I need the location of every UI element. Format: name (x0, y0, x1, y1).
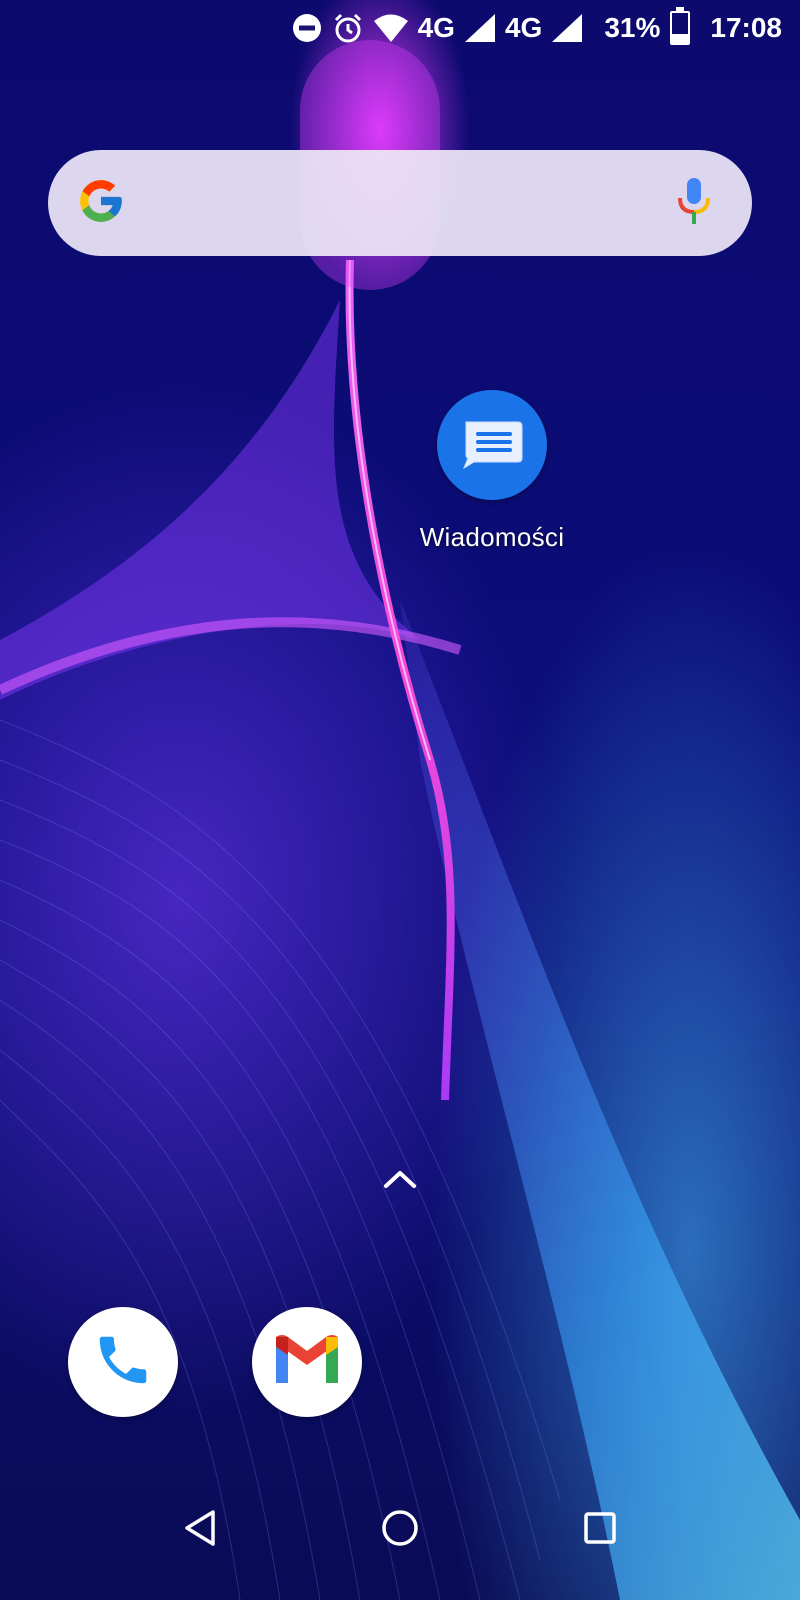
dock-gmail-app[interactable] (252, 1307, 362, 1417)
network-type-1: 4G (417, 12, 455, 43)
microphone-icon[interactable] (676, 176, 712, 231)
battery-level (672, 33, 689, 43)
status-bar: 4G 4G 31% 17:08 (0, 0, 800, 56)
dock-phone-app[interactable] (68, 1307, 178, 1417)
alarm-icon (332, 12, 364, 44)
battery-icon (670, 7, 691, 45)
app-wiadomosci[interactable]: Wiadomości (412, 390, 572, 553)
google-logo-icon[interactable] (76, 176, 126, 231)
messages-icon[interactable] (437, 390, 547, 500)
app-label: Wiadomości (419, 522, 565, 552)
recents-icon (583, 1511, 617, 1550)
recents-button[interactable] (570, 1490, 630, 1570)
clock: 17:08 (710, 12, 782, 43)
home-icon (381, 1509, 419, 1552)
google-search-bar[interactable] (48, 150, 752, 256)
wifi-icon (373, 14, 408, 42)
app-drawer-chevron-up-icon[interactable] (382, 1168, 418, 1195)
home-button[interactable] (370, 1490, 430, 1570)
signal-icon (552, 14, 583, 42)
signal-icon (464, 14, 495, 42)
battery-percent: 31% (604, 12, 661, 43)
navigation-bar (0, 1490, 800, 1570)
network-type-2: 4G (504, 12, 543, 43)
gmail-icon (272, 1333, 342, 1392)
back-button[interactable] (170, 1490, 230, 1570)
back-icon (183, 1509, 217, 1552)
phone-icon (92, 1329, 154, 1396)
do-not-disturb-icon (292, 13, 322, 43)
